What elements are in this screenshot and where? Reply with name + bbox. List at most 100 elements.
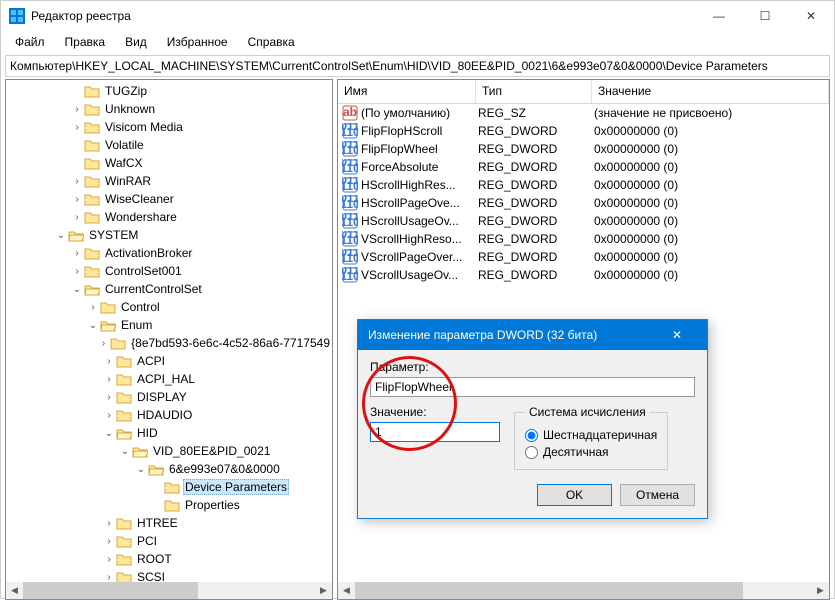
tree-item[interactable]: ⌄Enum (6, 316, 332, 334)
collapse-icon[interactable]: ⌄ (70, 284, 84, 295)
folder-icon (84, 102, 100, 116)
expand-icon[interactable]: › (70, 122, 84, 133)
radio-hex-input[interactable] (525, 429, 538, 442)
tree-item[interactable]: ›ActivationBroker (6, 244, 332, 262)
registry-tree[interactable]: TUGZip›Unknown›Visicom MediaVolatileWafC… (6, 80, 332, 588)
expand-icon[interactable]: › (102, 572, 116, 583)
tree-item[interactable]: ⌄6&e993e07&0&0000 (6, 460, 332, 478)
value-list[interactable]: (По умолчанию)REG_SZ(значение не присвое… (338, 104, 829, 284)
tree-item[interactable]: ›ACPI (6, 352, 332, 370)
tree-item[interactable]: ›PCI (6, 532, 332, 550)
tree-item[interactable]: ⌄HID (6, 424, 332, 442)
folder-icon (116, 354, 132, 368)
value-row[interactable]: VScrollUsageOv...REG_DWORD0x00000000 (0) (338, 266, 829, 284)
maximize-button[interactable]: ☐ (742, 1, 788, 31)
tree-item-label: ControlSet001 (103, 264, 184, 278)
tree-item[interactable]: ›Wondershare (6, 208, 332, 226)
value-row[interactable]: VScrollHighReso...REG_DWORD0x00000000 (0… (338, 230, 829, 248)
value-row[interactable]: VScrollPageOver...REG_DWORD0x00000000 (0… (338, 248, 829, 266)
expand-icon[interactable]: › (102, 554, 116, 565)
tree-item[interactable]: › Control (6, 298, 332, 316)
value-type: REG_DWORD (478, 124, 594, 138)
tree-item[interactable]: ›DISPLAY (6, 388, 332, 406)
minimize-button[interactable]: — (696, 1, 742, 31)
value-row[interactable]: HScrollHighRes...REG_DWORD0x00000000 (0) (338, 176, 829, 194)
list-scrollbar[interactable]: ◀ ▶ (338, 582, 829, 599)
menu-help[interactable]: Справка (240, 33, 303, 51)
titlebar[interactable]: Редактор реестра — ☐ ✕ (1, 1, 834, 31)
column-name[interactable]: Имя (338, 80, 476, 103)
tree-item[interactable]: ⌄VID_80EE&PID_0021 (6, 442, 332, 460)
tree-item[interactable]: Volatile (6, 136, 332, 154)
close-button[interactable]: ✕ (788, 1, 834, 31)
expand-icon[interactable]: › (102, 536, 116, 547)
tree-item[interactable]: Device Parameters (6, 478, 332, 496)
value-row[interactable]: (По умолчанию)REG_SZ(значение не присвое… (338, 104, 829, 122)
expand-icon[interactable]: › (70, 194, 84, 205)
dialog-close-button[interactable]: ✕ (657, 328, 697, 342)
cancel-button[interactable]: Отмена (620, 484, 695, 506)
expand-icon[interactable]: › (70, 266, 84, 277)
folder-icon (84, 138, 100, 152)
tree-item-label: Control (119, 300, 162, 314)
base-fieldset: Система исчисления Шестнадцатеричная Дес… (514, 405, 668, 470)
value-row[interactable]: HScrollUsageOv...REG_DWORD0x00000000 (0) (338, 212, 829, 230)
scroll-left-button[interactable]: ◀ (338, 582, 355, 599)
folder-icon (116, 372, 132, 386)
expand-icon[interactable]: › (86, 302, 100, 313)
column-type[interactable]: Тип (476, 80, 592, 103)
tree-item[interactable]: ›ROOT (6, 550, 332, 568)
value-row[interactable]: FlipFlopHScrollREG_DWORD0x00000000 (0) (338, 122, 829, 140)
tree-item[interactable]: Properties (6, 496, 332, 514)
expand-icon[interactable]: › (70, 248, 84, 259)
menu-favorites[interactable]: Избранное (159, 33, 236, 51)
dialog-titlebar[interactable]: Изменение параметра DWORD (32 бита) ✕ (358, 320, 707, 350)
collapse-icon[interactable]: ⌄ (102, 428, 116, 439)
tree-item[interactable]: ›HTREE (6, 514, 332, 532)
value-row[interactable]: HScrollPageOve...REG_DWORD0x00000000 (0) (338, 194, 829, 212)
tree-item[interactable]: TUGZip (6, 82, 332, 100)
expand-icon[interactable]: › (102, 356, 116, 367)
scroll-right-button[interactable]: ▶ (812, 582, 829, 599)
menu-view[interactable]: Вид (117, 33, 155, 51)
list-header[interactable]: Имя Тип Значение (338, 80, 829, 104)
radio-dec-input[interactable] (525, 446, 538, 459)
expand-icon[interactable]: › (102, 392, 116, 403)
tree-item[interactable]: ›WiseCleaner (6, 190, 332, 208)
radio-dec[interactable]: Десятичная (525, 445, 657, 459)
expand-icon[interactable]: › (70, 212, 84, 223)
collapse-icon[interactable]: ⌄ (86, 320, 100, 331)
collapse-icon[interactable]: ⌄ (134, 464, 148, 475)
expand-icon[interactable]: › (102, 518, 116, 529)
folder-icon (84, 246, 100, 260)
tree-scrollbar[interactable]: ◀ ▶ (6, 582, 332, 599)
tree-item[interactable]: ›Unknown (6, 100, 332, 118)
expand-icon[interactable]: › (70, 176, 84, 187)
expand-icon[interactable]: › (102, 410, 116, 421)
expand-icon[interactable]: › (102, 374, 116, 385)
value-input[interactable] (370, 422, 500, 442)
tree-item[interactable]: ›Visicom Media (6, 118, 332, 136)
tree-item[interactable]: ⌄CurrentControlSet (6, 280, 332, 298)
expand-icon[interactable]: › (70, 104, 84, 115)
ok-button[interactable]: OK (537, 484, 612, 506)
collapse-icon[interactable]: ⌄ (54, 230, 68, 241)
tree-item[interactable]: WafCX (6, 154, 332, 172)
tree-item[interactable]: ›{8e7bd593-6e6c-4c52-86a6-7717549 (6, 334, 332, 352)
tree-item[interactable]: ⌄SYSTEM (6, 226, 332, 244)
scroll-right-button[interactable]: ▶ (315, 582, 332, 599)
tree-item[interactable]: ›ACPI_HAL (6, 370, 332, 388)
menu-edit[interactable]: Правка (57, 33, 114, 51)
collapse-icon[interactable]: ⌄ (118, 446, 132, 457)
menu-file[interactable]: Файл (7, 33, 53, 51)
tree-item[interactable]: ›HDAUDIO (6, 406, 332, 424)
expand-icon[interactable]: › (97, 338, 110, 349)
address-bar[interactable]: Компьютер\HKEY_LOCAL_MACHINE\SYSTEM\Curr… (5, 55, 830, 77)
radio-hex[interactable]: Шестнадцатеричная (525, 428, 657, 442)
tree-item[interactable]: › ControlSet001 (6, 262, 332, 280)
scroll-left-button[interactable]: ◀ (6, 582, 23, 599)
tree-item[interactable]: ›WinRAR (6, 172, 332, 190)
value-row[interactable]: ForceAbsoluteREG_DWORD0x00000000 (0) (338, 158, 829, 176)
column-value[interactable]: Значение (592, 80, 829, 103)
value-row[interactable]: FlipFlopWheelREG_DWORD0x00000000 (0) (338, 140, 829, 158)
